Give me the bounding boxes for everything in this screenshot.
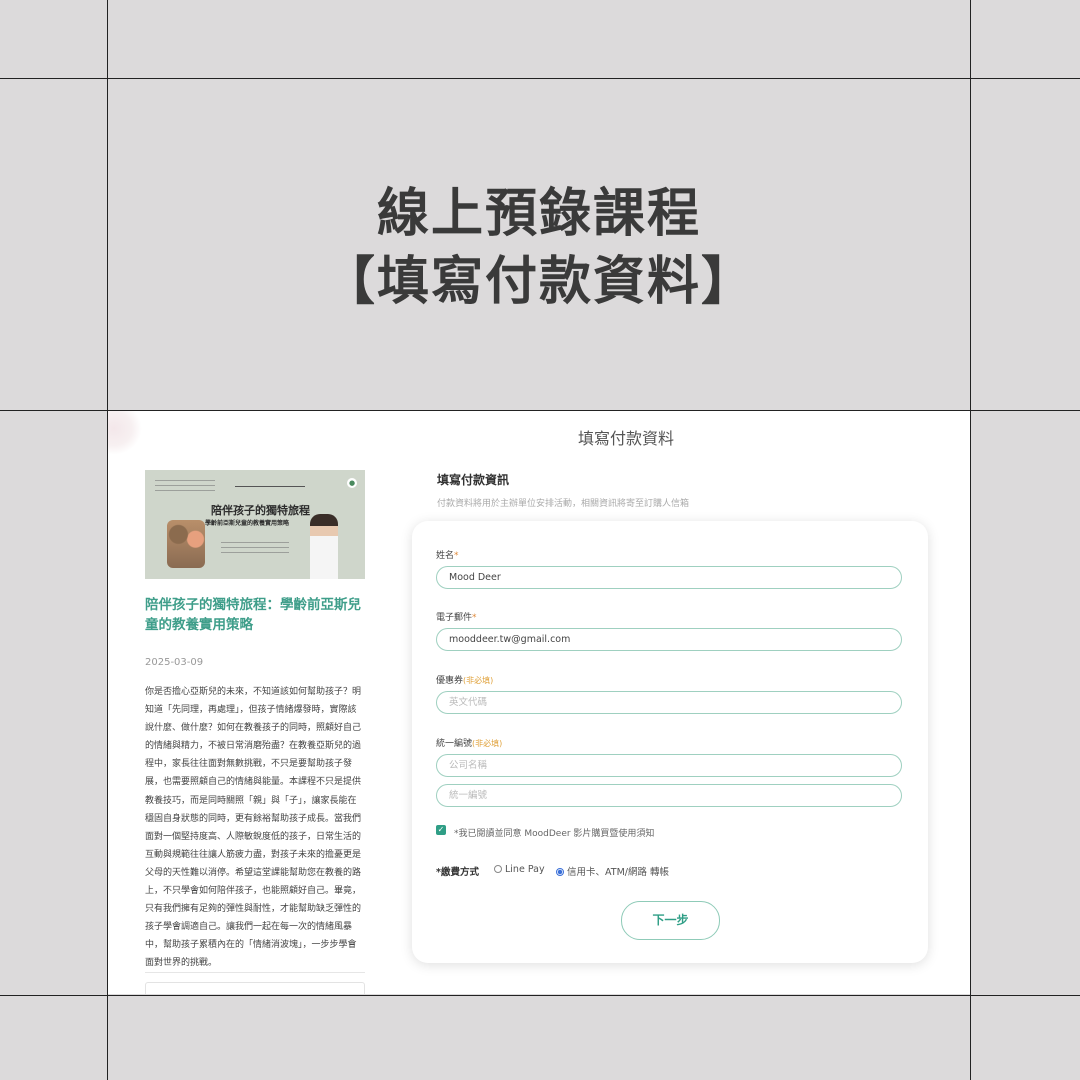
- company-name-field[interactable]: 公司名稱: [436, 754, 902, 777]
- thumbnail-title: 陪伴孩子的獨特旅程: [211, 504, 310, 517]
- check-icon: ✓: [437, 825, 445, 834]
- email-field[interactable]: mooddeer.tw@gmail.com: [436, 628, 902, 651]
- payment-option-credit[interactable]: 信用卡、ATM/網路 轉帳: [556, 864, 669, 878]
- checkout-screenshot: 填寫付款資料 陪伴孩子的獨特旅程 學齡前亞斯兒童的教養實用策略 ● 陪伴孩子的獨…: [108, 411, 970, 994]
- email-label: 電子郵件*: [436, 613, 477, 623]
- thumbnail-subtitle: 學齡前亞斯兒童的教養實用策略: [205, 520, 290, 527]
- grid-line-bottom: [0, 995, 1080, 996]
- payment-option-linepay[interactable]: Line Pay: [494, 864, 545, 875]
- children-illustration: [167, 520, 205, 568]
- brand-logo-icon: ●: [347, 478, 357, 488]
- instructor-photo: [310, 514, 338, 579]
- thumbnail-text-lines: [155, 480, 215, 494]
- course-title[interactable]: 陪伴孩子的獨特旅程：學齡前亞斯兒童的教養實用策略: [145, 595, 367, 635]
- name-label: 姓名*: [436, 551, 459, 561]
- section-note: 付款資料將用於主辦單位安排活動，相關資訊將寄至訂購人信箱: [437, 499, 690, 509]
- name-field[interactable]: Mood Deer: [436, 566, 902, 589]
- grid-line-top: [0, 78, 1080, 79]
- course-date: 2025-03-09: [145, 657, 204, 668]
- agree-text[interactable]: *我已閱讀並同意 MoodDeer 影片購買暨使用須知: [454, 826, 654, 839]
- thumbnail-divider: [235, 486, 305, 487]
- tax-id-field[interactable]: 統一編號: [436, 784, 902, 807]
- payment-label: *繳費方式: [436, 867, 479, 878]
- grid-line-right: [970, 0, 971, 1080]
- coupon-label: 優惠券(非必填): [436, 676, 494, 686]
- section-title: 填寫付款資訊: [437, 473, 510, 487]
- agree-checkbox[interactable]: ✓: [436, 825, 446, 835]
- related-info-card[interactable]: [145, 982, 365, 994]
- page-title: 填寫付款資料: [578, 429, 675, 448]
- radio-selected-icon: [556, 867, 564, 876]
- coupon-field[interactable]: 英文代碼: [436, 691, 902, 714]
- thumbnail-bullets: [221, 542, 289, 556]
- tax-id-label: 統一編號(非必填): [436, 739, 503, 749]
- course-thumbnail[interactable]: 陪伴孩子的獨特旅程 學齡前亞斯兒童的教養實用策略 ●: [145, 470, 365, 579]
- payment-form-card: 姓名* Mood Deer 電子郵件* mooddeer.tw@gmail.co…: [412, 521, 928, 963]
- radio-unselected-icon: [494, 864, 502, 873]
- banner-line-2: 【填寫付款資料】: [322, 252, 755, 312]
- banner-line-1: 線上預錄課程: [376, 184, 701, 244]
- left-divider: [145, 972, 365, 973]
- banner-title: 線上預錄課程 【填寫付款資料】: [108, 180, 970, 316]
- next-button[interactable]: 下一步: [621, 901, 720, 940]
- flower-decoration: [108, 411, 142, 455]
- course-description: 你是否擔心亞斯兒的未來，不知道該如何幫助孩子？明知道「先同理，再處理」，但孩子情…: [145, 687, 362, 969]
